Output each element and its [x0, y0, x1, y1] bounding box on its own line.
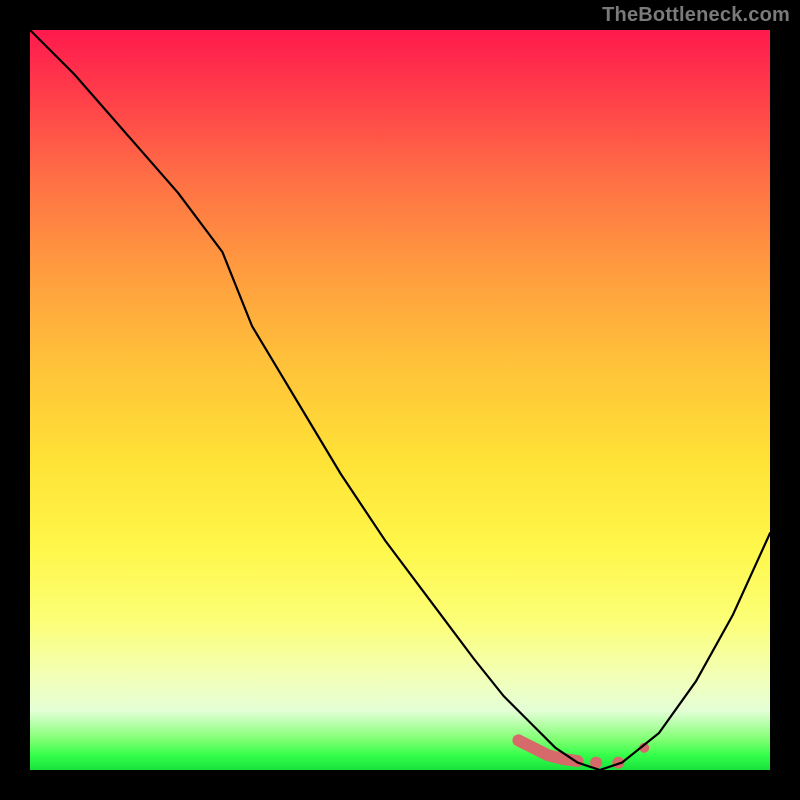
- watermark-text: TheBottleneck.com: [602, 4, 790, 27]
- chart-frame: TheBottleneck.com: [0, 0, 800, 800]
- curve-layer: [30, 30, 770, 770]
- bottleneck-curve: [30, 30, 770, 770]
- plot-area: [30, 30, 770, 770]
